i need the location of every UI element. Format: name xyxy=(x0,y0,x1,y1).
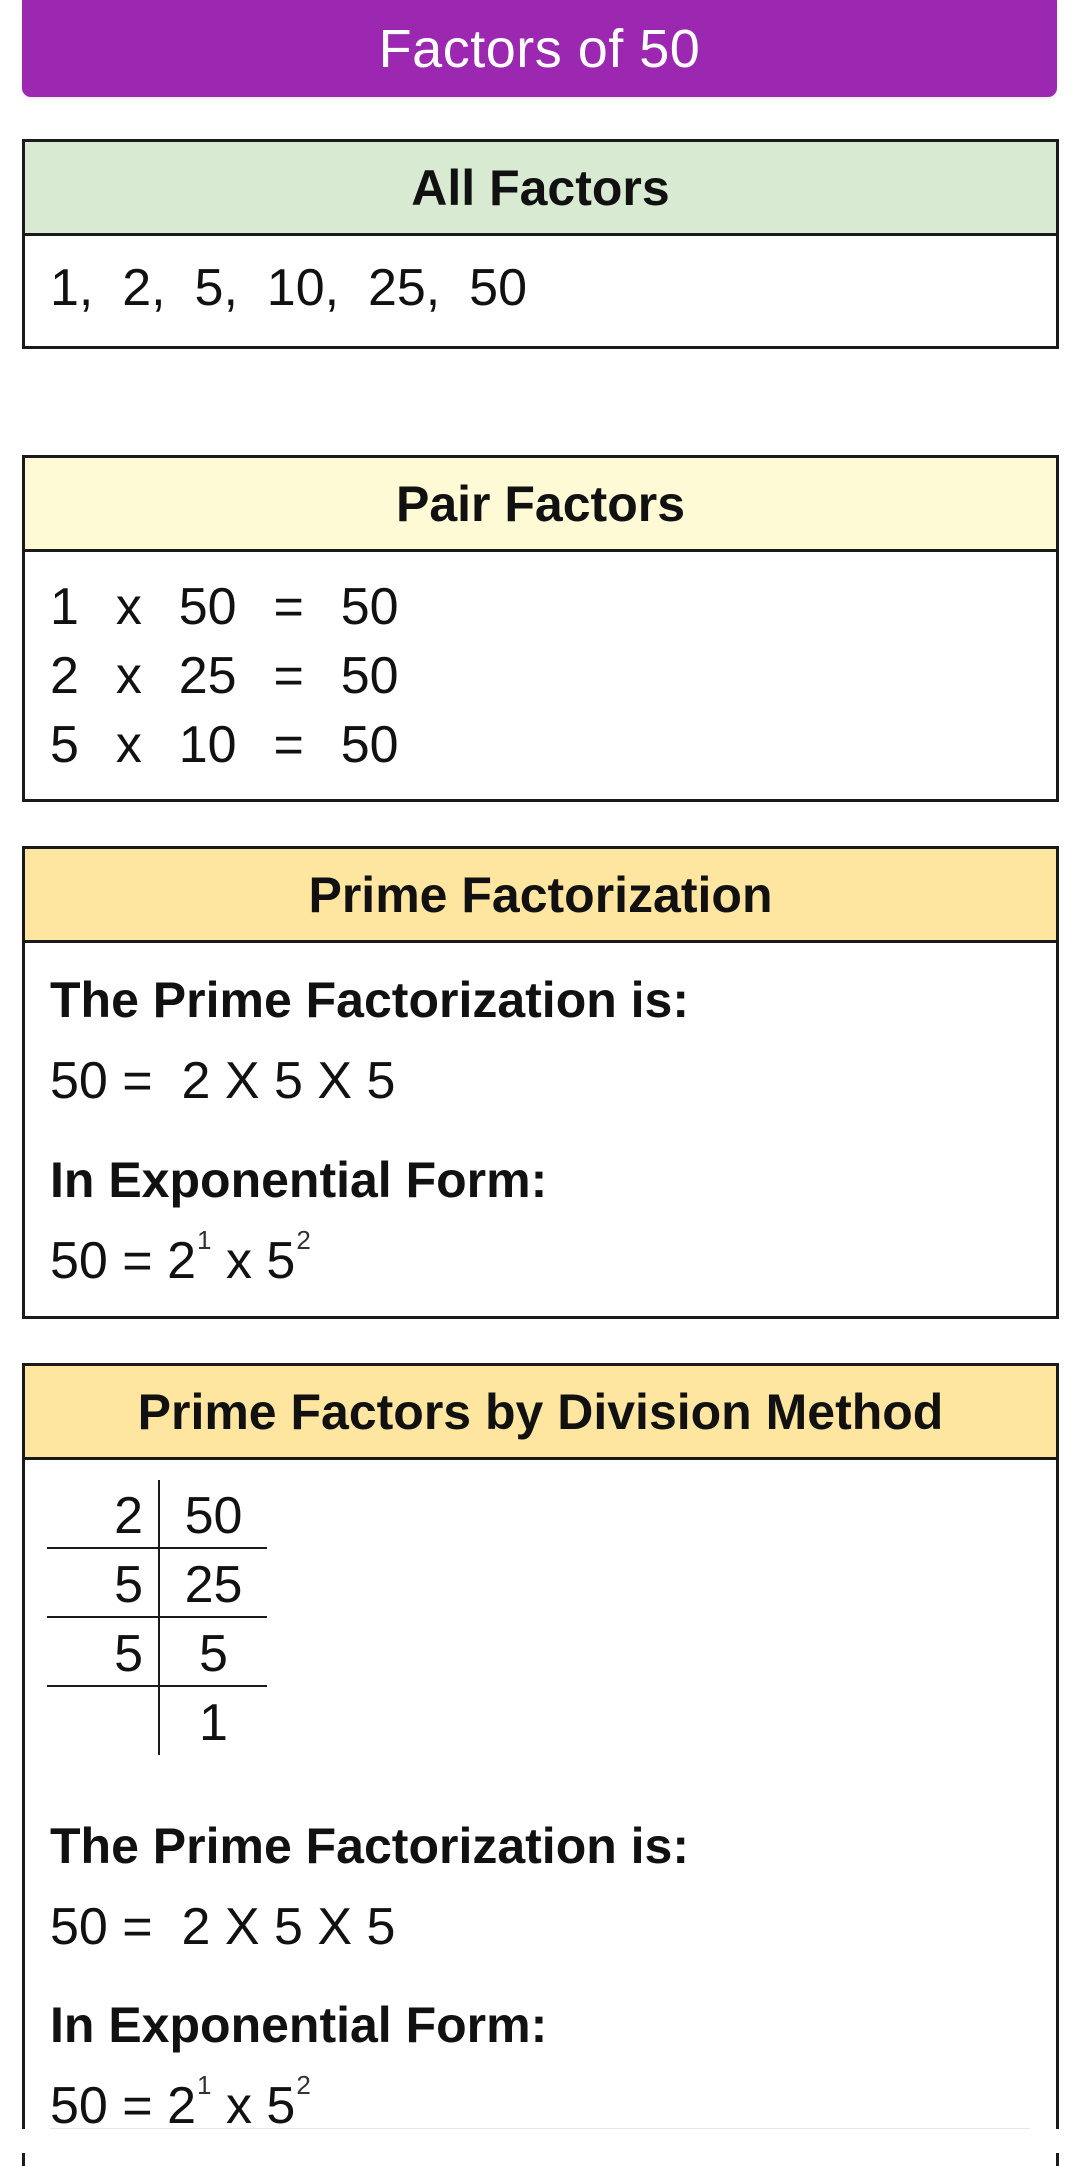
division-row-line xyxy=(47,1685,267,1687)
division-method-header: Prime Factors by Division Method xyxy=(25,1366,1056,1460)
exponent-2: 2 xyxy=(296,2070,311,2100)
divider xyxy=(50,2128,1030,2129)
divisor: 5 xyxy=(114,1625,143,1683)
exponent-1: 1 xyxy=(197,1225,212,1255)
dividend: 1 xyxy=(199,1694,228,1752)
prime-factorization-label: The Prime Factorization is: xyxy=(50,972,690,1028)
division-ladder: 2 50 5 25 5 5 1 xyxy=(47,1480,267,1780)
page-title: Factors of 50 xyxy=(378,18,701,79)
division-exponential-label: In Exponential Form: xyxy=(50,1997,548,2053)
prime-factorization-table: Prime Factorization The Prime Factorizat… xyxy=(22,846,1059,1319)
pair-row: 2 x 25 = 50 xyxy=(50,647,399,705)
divisor: 2 xyxy=(114,1487,143,1545)
division-method-table: Prime Factors by Division Method 2 50 5 … xyxy=(22,1363,1059,2166)
pair-row: 5 x 10 = 50 xyxy=(50,716,399,774)
division-exponential-equation: 50 = 21 x 52 xyxy=(50,2070,311,2136)
all-factors-header: All Factors xyxy=(25,142,1056,236)
page-title-bar: Factors of 50 xyxy=(22,0,1057,97)
division-factorization-equation: 50 = 2 X 5 X 5 xyxy=(50,1898,396,1956)
division-method-heading: Prime Factors by Division Method xyxy=(137,1383,944,1440)
dividend: 5 xyxy=(199,1625,228,1683)
exp-base-2: 50 = 2 xyxy=(50,1232,197,1290)
prime-factorization-header: Prime Factorization xyxy=(25,849,1056,943)
exponential-form-label: In Exponential Form: xyxy=(50,1152,548,1208)
division-row-line xyxy=(47,1616,267,1618)
all-factors-table: All Factors 1, 2, 5, 10, 25, 50 xyxy=(22,139,1059,349)
pair-factors-table: Pair Factors 1 x 50 = 50 2 x 25 = 50 5 x… xyxy=(22,455,1059,802)
divisor: 5 xyxy=(114,1556,143,1614)
exp-base-5: x 5 xyxy=(211,2077,296,2135)
dividend: 25 xyxy=(184,1556,243,1614)
exponent-2: 2 xyxy=(296,1225,311,1255)
division-factorization-label: The Prime Factorization is: xyxy=(50,1818,690,1874)
pair-factors-header: Pair Factors xyxy=(25,458,1056,552)
all-factors-heading: All Factors xyxy=(411,159,670,216)
dividend: 50 xyxy=(184,1487,243,1545)
division-row-line xyxy=(47,1547,267,1549)
exponential-form-equation: 50 = 21 x 52 xyxy=(50,1225,311,1291)
prime-factorization-equation: 50 = 2 X 5 X 5 xyxy=(50,1052,396,1110)
pair-row: 1 x 50 = 50 xyxy=(50,578,399,636)
exp-base-2: 50 = 2 xyxy=(50,2077,197,2135)
prime-factorization-heading: Prime Factorization xyxy=(308,866,773,923)
pair-factors-heading: Pair Factors xyxy=(395,475,685,532)
viewport-cutoff xyxy=(0,2129,1080,2153)
exponent-1: 1 xyxy=(197,2070,212,2100)
all-factors-values: 1, 2, 5, 10, 25, 50 xyxy=(50,259,527,317)
exp-base-5: x 5 xyxy=(211,1232,296,1290)
